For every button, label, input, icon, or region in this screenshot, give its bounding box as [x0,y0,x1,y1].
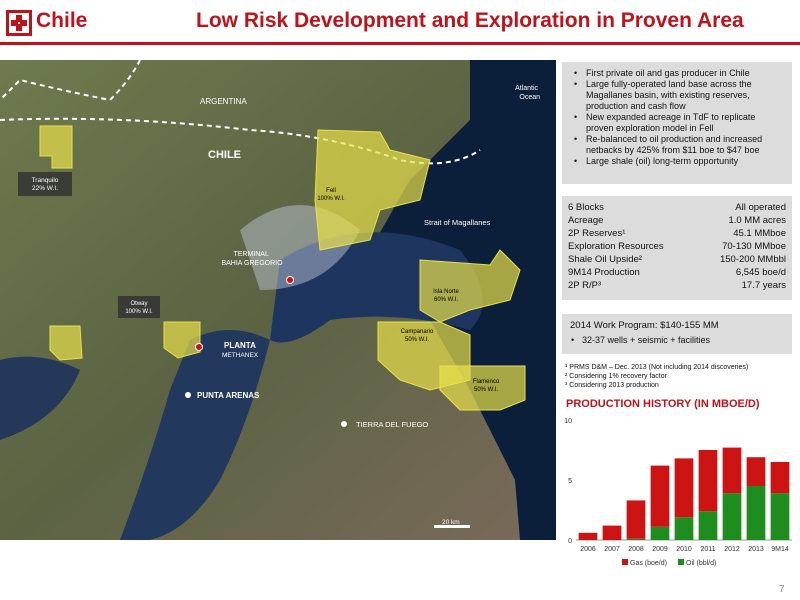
stat-row: 2P R/P³ 17.7 years [568,280,786,293]
stat-row: 2P Reserves¹ 45.1 MMboe [568,228,786,241]
y-tick-label: 5 [568,478,572,485]
map-canvas: Atlantic Ocean ARGENTINA CHILE Strait of… [0,60,556,540]
legend-label-gas: Gas (boe/d) [630,560,667,567]
x-tick-label: 2006 [580,546,596,553]
punta-arenas-label: PUNTA ARENAS [197,391,260,400]
bar-oil [698,511,718,540]
tranquilo-callout: Tranquilo 22% W.I. [18,172,72,196]
stat-label: Acreage [568,215,604,226]
planta-marker [195,343,203,351]
x-tick-label: 2009 [652,546,668,553]
page-number: 7 [779,584,785,595]
bar-oil [770,493,790,540]
planta-label: PLANTA [224,341,256,350]
highlights-panel: First private oil and gas producer in Ch… [562,62,792,184]
geopark-logo-icon [6,10,32,36]
legend-swatch-gas [622,559,628,565]
bar-oil [626,538,646,540]
x-tick-label: 2012 [724,546,740,553]
production-history-chart: 0 5 10 2006 2007 2008 2009 2010 2011 2012 2013 9M14… [564,418,792,567]
svg-text:Tranquilo22% W.I.: Tranquilo 22% W.I. [32,177,59,192]
x-tick-label: 2007 [604,546,620,553]
bar-gas [722,447,742,494]
bar-gas [650,465,670,527]
stat-value: 70-130 MMboe [722,241,786,252]
stat-value: 45.1 MMboe [733,228,786,239]
methanex-label: METHANEX [222,352,259,359]
x-tick-label: 2008 [628,546,644,553]
bar-oil [674,517,694,540]
work-program-detail: 32-37 wells + seismic + facilities [571,335,710,345]
highlight-item: Large shale (oil) long-term opportunity [574,156,792,167]
punta-arenas-marker [185,392,191,398]
footnote: ¹ PRMS D&M – Dec. 2013 (Not including 20… [565,364,749,371]
bar-oil [722,493,742,540]
country-label: Chile [36,9,88,32]
x-tick-label: 2013 [748,546,764,553]
bar-gas [746,457,766,486]
bar-gas [602,525,622,540]
bar-gas [578,532,598,540]
work-program-panel: 2014 Work Program: $140-155 MM 32-37 wel… [562,314,792,354]
key-stats-panel: 6 Blocks All operated Acreage 1.0 MM acres… [562,196,792,300]
stat-label: 2P Reserves¹ [568,228,626,239]
stat-label: 9M14 Production [568,267,640,278]
otway-block-west [49,325,83,361]
bar-oil [650,526,670,540]
argentina-label: ARGENTINA [200,97,247,106]
stat-label: Exploration Resources [568,241,664,252]
stat-label: 6 Blocks [568,202,604,213]
bar-gas [674,458,694,518]
highlight-item: New expanded acreage in TdF to replicate… [574,112,792,134]
footnote: ² Considering 1% recovery factor [565,373,667,380]
stat-value: 1.0 MM acres [728,215,786,226]
bar-gas [698,450,718,512]
tierra-del-fuego-label: TIERRA DEL FUEGO [356,420,428,429]
scale-label: 20 km [442,519,460,526]
legend-label-oil: Oil (bbl/d) [686,560,716,567]
x-tick-label: 2010 [676,546,692,553]
stat-value: 6,545 boe/d [735,267,786,278]
y-tick-label: 0 [568,538,572,545]
otway-callout: Otway 100% W.I. [118,296,160,318]
stat-row: Acreage 1.0 MM acres [568,215,786,228]
stat-value: 150-200 MMbbl [719,254,786,265]
x-tick-label: 2011 [700,546,715,553]
legend-swatch-oil [678,559,684,565]
stat-row: 6 Blocks All operated [568,202,786,215]
stat-row: Shale Oil Upside² 150-200 MMbbl [568,254,786,267]
production-history-title: PRODUCTION HISTORY (IN MBOE/D) [566,398,760,410]
bar-gas [770,462,790,494]
stat-label: Shale Oil Upside² [568,254,642,265]
stat-row: Exploration Resources 70-130 MMboe [568,241,786,254]
stat-label: 2P R/P³ [568,280,602,291]
highlights-list: First private oil and gas producer in Ch… [562,68,792,167]
header-divider [0,42,800,45]
stat-value: All operated [735,202,786,213]
block-map: Atlantic Ocean ARGENTINA CHILE Strait of… [0,60,556,540]
header: Chile Low Risk Development and Explorati… [0,0,800,48]
footnote: ³ Considering 2013 production [565,382,659,389]
bar-gas [626,500,646,539]
y-tick-label: 10 [564,418,572,425]
page-title: Low Risk Development and Exploration in … [196,9,744,32]
stat-row: 9M14 Production 6,545 boe/d [568,267,786,280]
bar-oil [746,486,766,540]
x-tick-label: 9M14 [771,546,789,553]
terminal-marker [286,276,294,284]
highlight-item: Re-balanced to oil production and increa… [574,134,792,156]
strait-label: Strait of Magallanes [424,218,491,227]
chile-label: CHILE [208,149,241,161]
highlight-item: Large fully-operated land base across th… [574,79,792,112]
highlight-item: First private oil and gas producer in Ch… [574,68,792,79]
tierra-del-fuego-marker [341,421,347,427]
work-program-heading: 2014 Work Program: $140-155 MM [570,320,719,331]
stat-value: 17.7 years [741,280,786,291]
